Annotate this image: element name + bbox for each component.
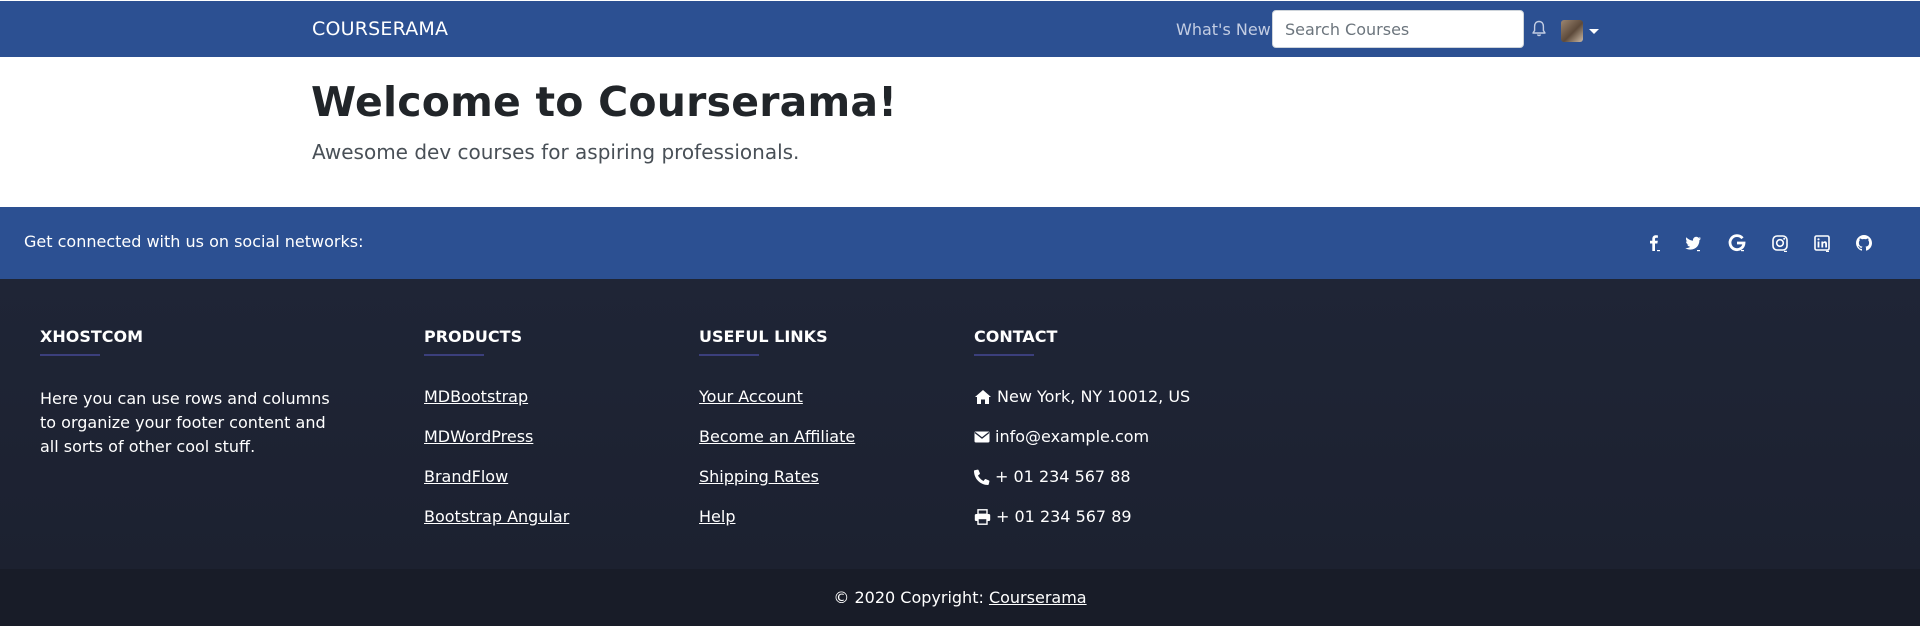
footer-link-shipping-rates[interactable]: Shipping Rates bbox=[699, 467, 819, 486]
footer-about-title: XHOSTCOM bbox=[40, 327, 144, 346]
contact-phone-text: + 01 234 567 88 bbox=[995, 467, 1131, 486]
footer-link-mdwordpress[interactable]: MDWordPress bbox=[424, 427, 533, 446]
bell-icon[interactable] bbox=[1531, 20, 1547, 38]
contact-email-text: info@example.com bbox=[995, 427, 1150, 446]
facebook-icon[interactable] bbox=[1644, 233, 1664, 253]
footer-contact-title: CONTACT bbox=[974, 327, 1058, 346]
social-bar: Get connected with us on social networks… bbox=[0, 207, 1920, 279]
envelope-icon bbox=[974, 431, 990, 442]
brand-logo[interactable]: COURSERAMA bbox=[312, 18, 448, 40]
github-icon[interactable] bbox=[1854, 233, 1874, 253]
footer-products-title: PRODUCTS bbox=[424, 327, 523, 346]
home-icon bbox=[975, 389, 991, 404]
contact-fax: + 01 234 567 89 bbox=[974, 507, 1132, 526]
footer-link-help[interactable]: Help bbox=[699, 507, 735, 526]
page-subtitle: Awesome dev courses for aspiring profess… bbox=[312, 140, 800, 164]
print-icon bbox=[974, 508, 991, 525]
top-navbar: COURSERAMA What's New bbox=[0, 1, 1920, 57]
copyright-text: © 2020 Copyright: Courserama bbox=[0, 588, 1920, 607]
user-menu-toggle[interactable] bbox=[1561, 20, 1599, 42]
whats-new-link[interactable]: What's New bbox=[1176, 20, 1271, 39]
footer-link-affiliate[interactable]: Become an Affiliate bbox=[699, 427, 855, 446]
search-input[interactable] bbox=[1272, 10, 1524, 48]
divider bbox=[974, 354, 1034, 356]
footer-link-mdbootstrap[interactable]: MDBootstrap bbox=[424, 387, 528, 406]
avatar bbox=[1561, 20, 1583, 42]
contact-phone: + 01 234 567 88 bbox=[974, 467, 1131, 486]
copyright-bar: © 2020 Copyright: Courserama bbox=[0, 569, 1920, 626]
divider bbox=[699, 354, 759, 356]
divider bbox=[40, 354, 100, 356]
linkedin-icon[interactable] bbox=[1812, 233, 1832, 253]
footer-useful-links-title: USEFUL LINKS bbox=[699, 327, 828, 346]
footer-about-text: Here you can use rows and columns to org… bbox=[40, 389, 330, 456]
footer-link-brandflow[interactable]: BrandFlow bbox=[424, 467, 508, 486]
copyright-prefix: © 2020 Copyright: bbox=[833, 588, 984, 607]
copyright-link[interactable]: Courserama bbox=[989, 588, 1087, 607]
twitter-icon[interactable] bbox=[1683, 233, 1703, 253]
chevron-down-icon bbox=[1589, 28, 1599, 34]
footer-link-your-account[interactable]: Your Account bbox=[699, 387, 803, 406]
footer: XHOSTCOM Here you can use rows and colum… bbox=[0, 279, 1920, 569]
divider bbox=[424, 354, 484, 356]
page-title: Welcome to Courserama! bbox=[311, 78, 898, 126]
contact-email: info@example.com bbox=[974, 427, 1149, 446]
contact-address-text: New York, NY 10012, US bbox=[997, 387, 1191, 406]
social-text: Get connected with us on social networks… bbox=[24, 232, 364, 251]
footer-link-bootstrap-angular[interactable]: Bootstrap Angular bbox=[424, 507, 569, 526]
phone-icon bbox=[974, 469, 990, 485]
contact-fax-text: + 01 234 567 89 bbox=[996, 507, 1132, 526]
instagram-icon[interactable] bbox=[1770, 233, 1790, 253]
google-icon[interactable] bbox=[1727, 233, 1747, 253]
contact-address: New York, NY 10012, US bbox=[974, 387, 1190, 406]
